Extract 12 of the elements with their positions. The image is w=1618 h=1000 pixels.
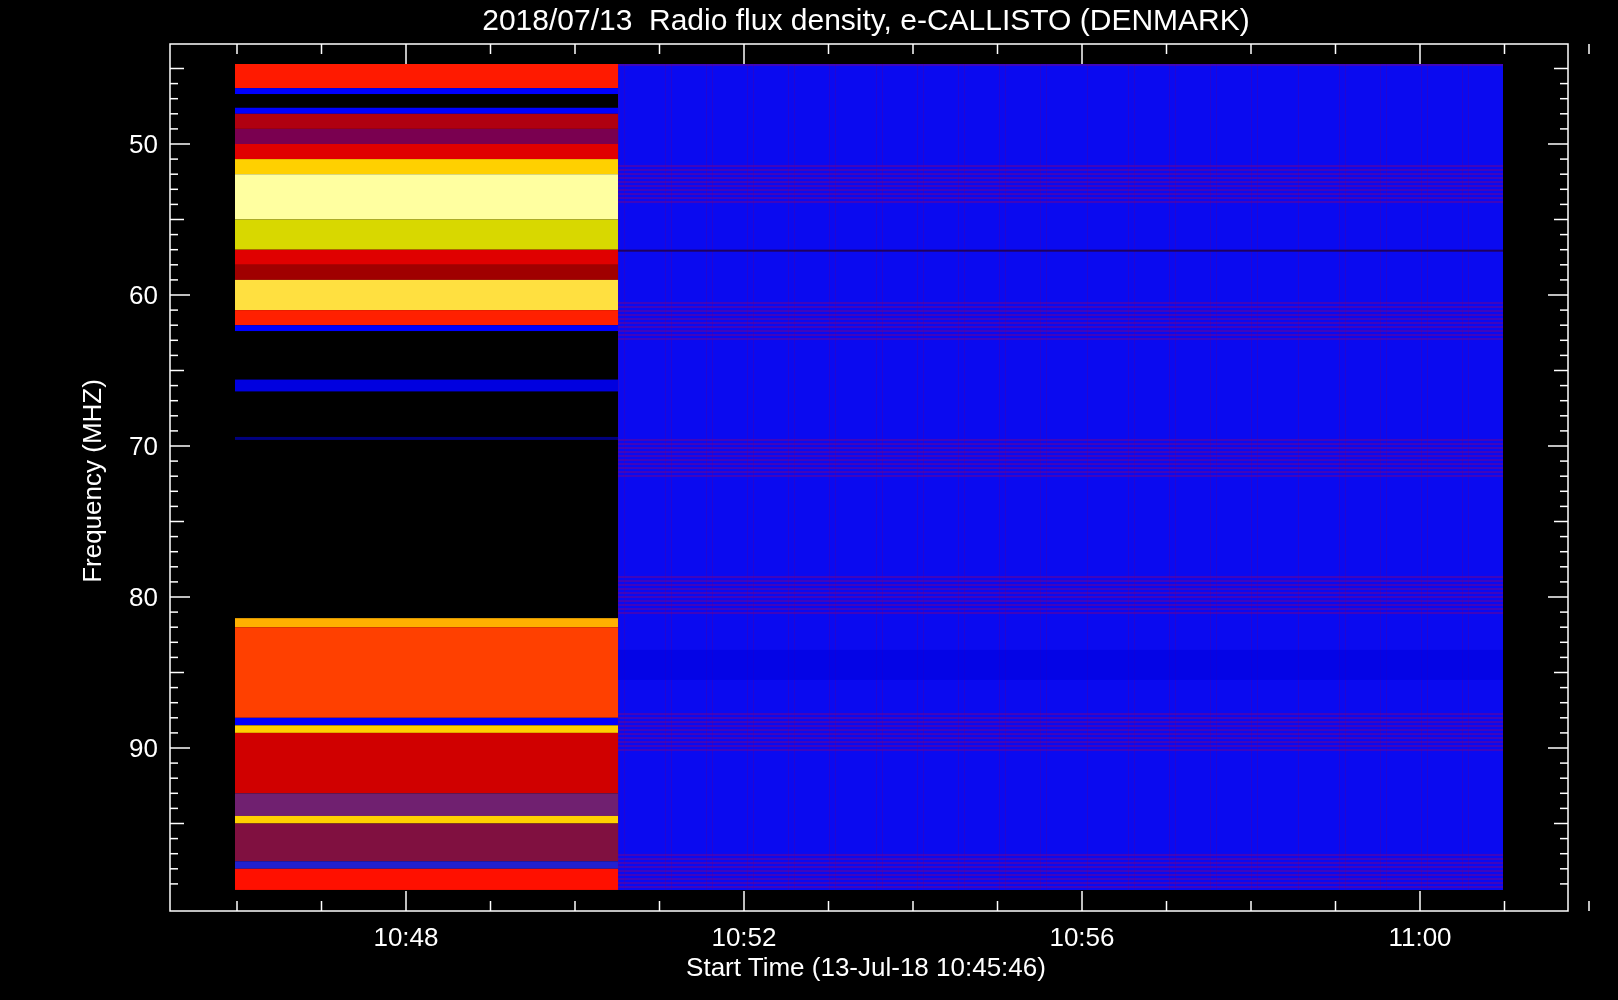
chart-title: 2018/07/13 Radio flux density, e-CALLISTO (DENMARK) [482,3,1250,36]
x-tick-label: 10:56 [1049,922,1115,952]
x-tick-label: 11:00 [1388,922,1452,952]
y-axis-label: Frequency (MHZ) [77,379,107,583]
y-tick-label: 60 [129,280,158,310]
x-tick-label: 10:52 [711,922,777,952]
y-tick-label: 50 [129,129,158,159]
x-axis-label: Start Time (13-Jul-18 10:45:46) [686,952,1046,982]
y-tick-label: 70 [129,431,158,461]
y-tick-label: 90 [129,733,158,763]
x-tick-label: 10:48 [373,922,439,952]
y-tick-label: 80 [129,582,158,612]
